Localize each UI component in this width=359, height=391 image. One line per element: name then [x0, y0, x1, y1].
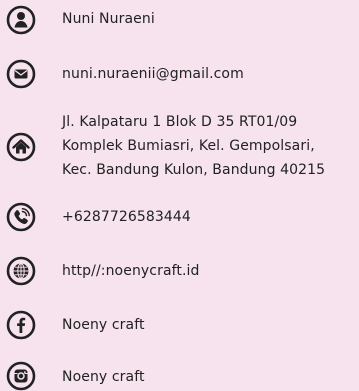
facebook-icon [6, 310, 36, 340]
contact-email-row: nuni.nuraenii@gmail.com [0, 58, 359, 90]
phone-icon [6, 202, 36, 232]
address-line: Komplek Bumiasri, Kel. Gempolsari, [62, 138, 315, 154]
contact-instagram-link[interactable]: Noeny craft [62, 367, 145, 388]
address-line: Jl. Kalpataru 1 Blok D 35 RT01/09 [62, 114, 298, 130]
contact-phone[interactable]: +6287726583444 [62, 207, 191, 228]
contact-name-row: Nuni Nuraeni [0, 4, 359, 36]
contact-facebook-row: Noeny craft [0, 309, 359, 341]
address-line: Kec. Bandung Kulon, Bandung 40215 [62, 162, 326, 178]
contact-address: Jl. Kalpataru 1 Blok D 35 RT01/09 Komple… [62, 110, 325, 182]
home-icon [6, 132, 36, 162]
instagram-icon [6, 361, 36, 391]
contact-name: Nuni Nuraeni [62, 11, 155, 27]
contact-phone-row: +6287726583444 [0, 201, 359, 233]
mail-icon [6, 59, 36, 89]
contact-website-link[interactable]: http//:noenycraft.id [62, 261, 200, 282]
contact-address-row: Jl. Kalpataru 1 Blok D 35 RT01/09 Komple… [0, 110, 359, 184]
contact-email-link[interactable]: nuni.nuraenii@gmail.com [62, 64, 244, 85]
contact-facebook-link[interactable]: Noeny craft [62, 315, 145, 336]
globe-icon [6, 256, 36, 286]
contact-card: Nuni Nuraeni nuni.nuraenii@gmail.com Jl.… [0, 0, 359, 391]
contact-instagram-row: Noeny craft [0, 361, 359, 391]
contact-website-row: http//:noenycraft.id [0, 255, 359, 287]
user-icon [6, 5, 36, 35]
